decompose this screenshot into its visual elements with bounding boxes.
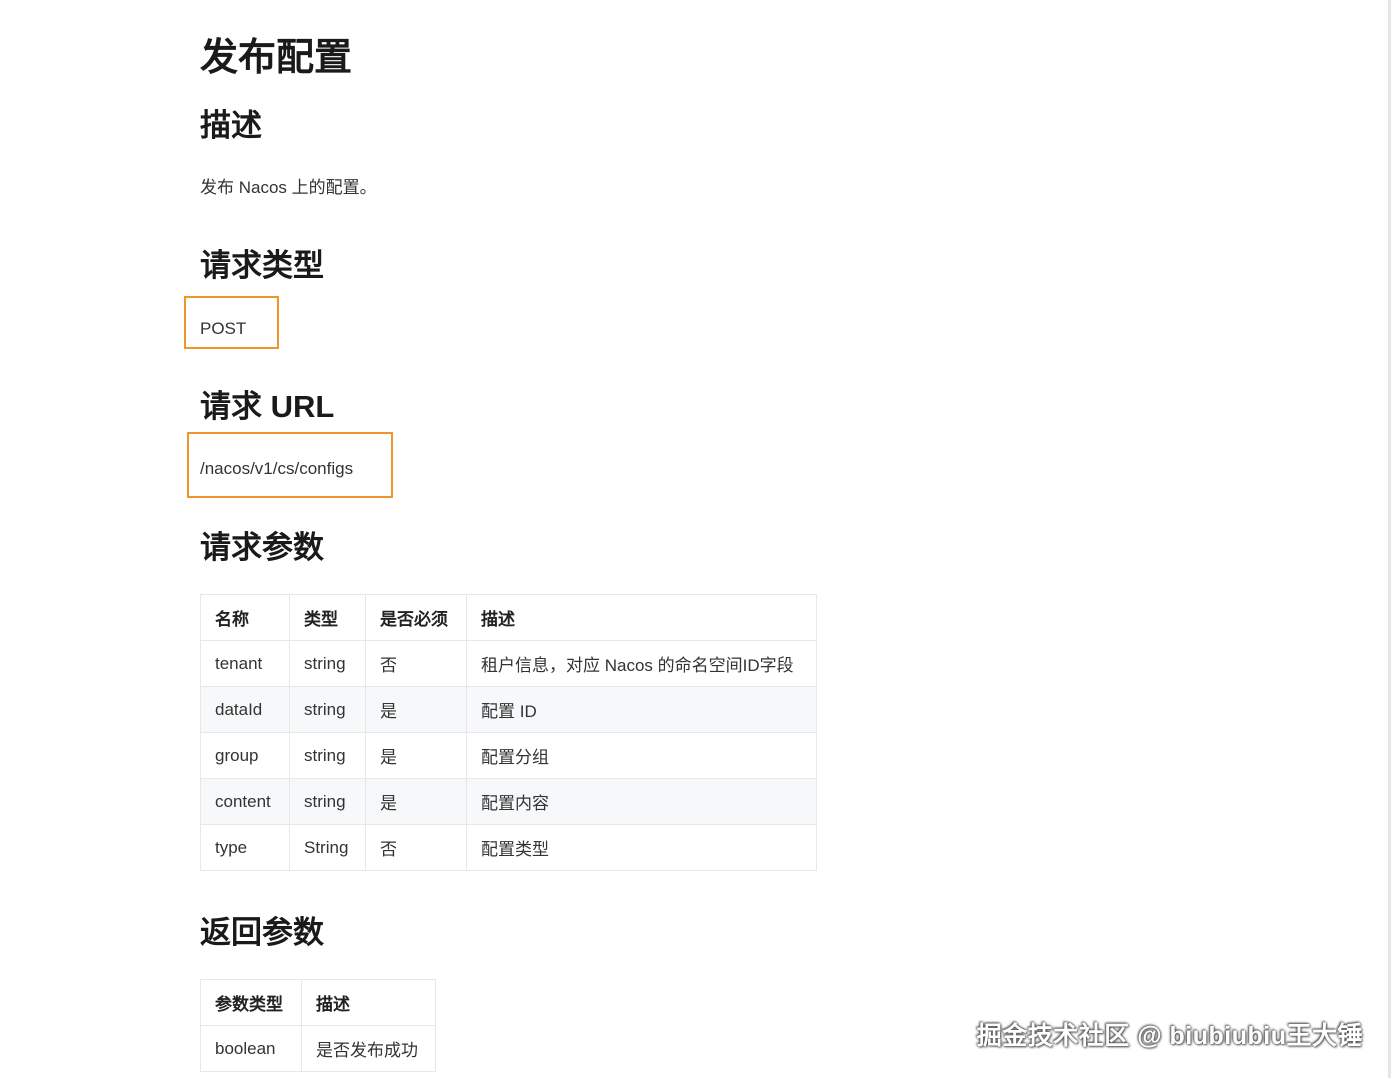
request-url-heading: 请求 URL [200, 389, 335, 424]
return-type: boolean [200, 1025, 302, 1072]
request-method-value: POST [200, 319, 247, 338]
column-header-description: 描述 [466, 594, 817, 641]
request-params-table: 名称 类型 是否必须 描述 tenant string 否 租户信息，对应 Na… [200, 594, 817, 871]
column-header-return-description: 描述 [301, 979, 436, 1026]
param-required: 否 [365, 824, 467, 871]
param-name: content [200, 778, 290, 825]
param-name: group [200, 732, 290, 779]
description-heading: 描述 [200, 108, 262, 143]
table-row: type String 否 配置类型 [200, 824, 817, 871]
page-title: 发布配置 [200, 37, 353, 79]
return-params-heading: 返回参数 [200, 915, 324, 950]
param-required: 否 [365, 640, 467, 687]
column-header-return-type: 参数类型 [200, 979, 302, 1026]
return-params-table: 参数类型 描述 boolean 是否发布成功 [200, 979, 436, 1072]
param-description: 配置内容 [466, 778, 817, 825]
table-row: boolean 是否发布成功 [200, 1025, 436, 1072]
param-type: string [289, 640, 366, 687]
table-header-row: 名称 类型 是否必须 描述 [200, 594, 817, 641]
return-description: 是否发布成功 [301, 1025, 436, 1072]
param-description: 配置类型 [466, 824, 817, 871]
param-description: 租户信息，对应 Nacos 的命名空间ID字段 [466, 640, 817, 687]
table-row: tenant string 否 租户信息，对应 Nacos 的命名空间ID字段 [200, 640, 817, 687]
param-required: 是 [365, 732, 467, 779]
table-row: group string 是 配置分组 [200, 732, 817, 779]
request-params-heading: 请求参数 [200, 530, 324, 565]
param-type: string [289, 732, 366, 779]
param-type: String [289, 824, 366, 871]
param-required: 是 [365, 778, 467, 825]
column-header-name: 名称 [200, 594, 290, 641]
param-name: dataId [200, 686, 290, 733]
table-row: content string 是 配置内容 [200, 778, 817, 825]
param-required: 是 [365, 686, 467, 733]
request-url-value: /nacos/v1/cs/configs [200, 459, 354, 478]
description-text: 发布 Nacos 上的配置。 [200, 178, 377, 197]
column-header-required: 是否必须 [365, 594, 467, 641]
param-type: string [289, 778, 366, 825]
param-description: 配置 ID [466, 686, 817, 733]
column-header-type: 类型 [289, 594, 366, 641]
table-row: dataId string 是 配置 ID [200, 686, 817, 733]
param-name: tenant [200, 640, 290, 687]
param-type: string [289, 686, 366, 733]
param-description: 配置分组 [466, 732, 817, 779]
param-name: type [200, 824, 290, 871]
table-header-row: 参数类型 描述 [200, 979, 436, 1026]
watermark: 掘金技术社区 @ biubiubiu王大锤 [976, 1022, 1363, 1050]
request-method-heading: 请求类型 [200, 248, 324, 283]
